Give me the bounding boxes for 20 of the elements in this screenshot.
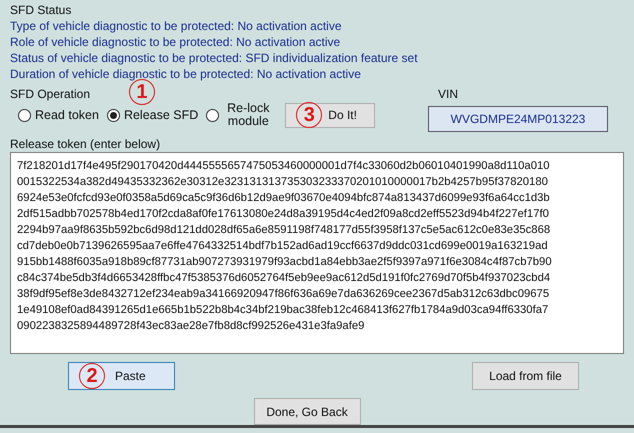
radio-option[interactable]: Read token <box>18 106 99 124</box>
section-title: SFD Operation <box>10 86 90 102</box>
token-label: Release token (enter below) <box>10 136 162 152</box>
status-line: Type of vehicle diagnostic to be protected: No activation active <box>10 18 343 34</box>
radio-button[interactable] <box>106 108 120 122</box>
status-line: Role of vehicle diagnostic to be protected: No activation active <box>10 34 342 50</box>
step-number-marker: 2 <box>79 363 105 389</box>
vin-field: WVGDMPE24MP013223 <box>428 106 608 132</box>
radio-button[interactable] <box>206 108 220 122</box>
step-number-marker: 3 <box>296 102 322 128</box>
radio-option[interactable]: Re-lock module <box>206 102 274 128</box>
load-from-file-button[interactable]: Load from file <box>472 362 579 390</box>
vin-label: VIN <box>437 86 460 102</box>
token-text-area[interactable]: 7f218201d17f4e495f290170420d4445555657475053460000001d7f4c33060d2b06010401990a8d110a010 0015322534a382d49435332362e30312e323131313735303233370201010000017b2b4257b95f37820180 6924e53e0fcfcd93e0f0358a5d69ca5c9f36d6b12d9ae9f03670e4094bfc874a813437d6099e93f6a64cc1d3b 2df515adbb702578b4ed170f2cda8af0fe17613080e24d8a39195d4c4ed2f09a8cd2eff5523d94b4f227ef17f0 2294b97aa9f8635b592bc6d98d121dd028df65a6e8591198f748177d55f3958f137c5e5ac612c0e83e35c868 cd7deb0e0b7139626595aa7e6ffe4764332514bdf7b152ad6ad19ccf6637d9ddc031cd699e0019a163219ad 915bb1488f6035a918b89cf87731ab907273931979f93acbd1a84ebb3ae2f5f9397a971f6e3084c4f87cb7b90 c84c374be5db3f4d6653428ffbc47f5385376d6052764f5eb9ee9ac612d5d191f0fc2769d70f5b4f937023cbd4 38f9df95ef8e3de8432712ef234eab9a34166920947f86f636a69e7da636269cee2367d5ab312c63dbc09675 1e49108ef0ad84391265d1e665b1b522b8b4c34bf219bac38feb12c468413f627fb1784a9d03ca94ff6330fa7 0902238325894489728f43ec83ae28e7fb8d8cf992526e431e3fa9afe9 <box>10 152 624 354</box>
status-line: Status of vehicle diagnostic to be protected: SFD individualization feature set <box>10 50 419 66</box>
section-title: SFD Status <box>10 2 72 18</box>
paste-button[interactable]: 2 Paste <box>68 362 175 390</box>
done-go-back-button[interactable]: Done, Go Back <box>254 398 360 425</box>
radio-button[interactable] <box>18 108 31 122</box>
do-it-button[interactable]: 3 Do It! <box>285 102 376 128</box>
